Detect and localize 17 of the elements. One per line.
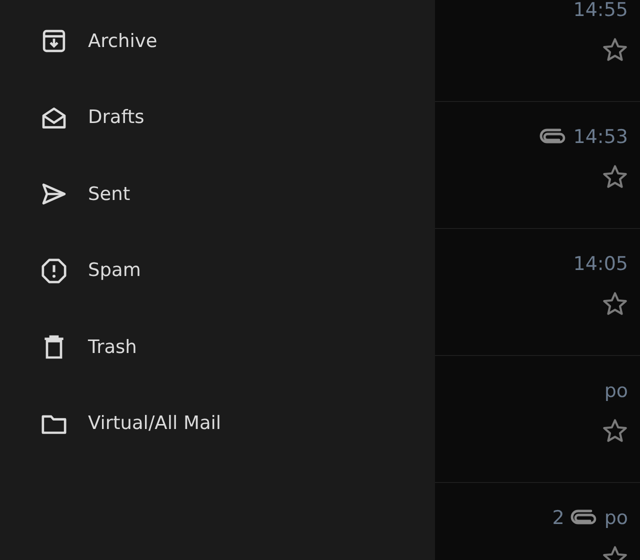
star-icon[interactable] bbox=[601, 290, 629, 318]
star-icon[interactable] bbox=[601, 163, 629, 191]
drawer-item[interactable]: Trash bbox=[0, 309, 435, 386]
warning-octagon-icon bbox=[40, 256, 68, 285]
drawer-item[interactable]: Sent bbox=[0, 156, 435, 232]
message-time: 14:05 bbox=[573, 253, 628, 275]
attachment-count: 2 bbox=[552, 507, 564, 529]
star-icon[interactable] bbox=[601, 36, 629, 64]
star-icon[interactable] bbox=[601, 417, 629, 445]
message-time: 14:55 bbox=[573, 0, 628, 21]
drawer-item[interactable]: Archive bbox=[0, 3, 435, 80]
drawer-item[interactable]: Spam bbox=[0, 232, 435, 309]
message-time: po bbox=[604, 507, 628, 529]
message-time: 14:53 bbox=[573, 126, 628, 148]
drawer-item[interactable]: Virtual/All Mail bbox=[0, 386, 435, 462]
message-time: po bbox=[604, 380, 628, 402]
drawer-item[interactable]: Drafts bbox=[0, 80, 435, 156]
